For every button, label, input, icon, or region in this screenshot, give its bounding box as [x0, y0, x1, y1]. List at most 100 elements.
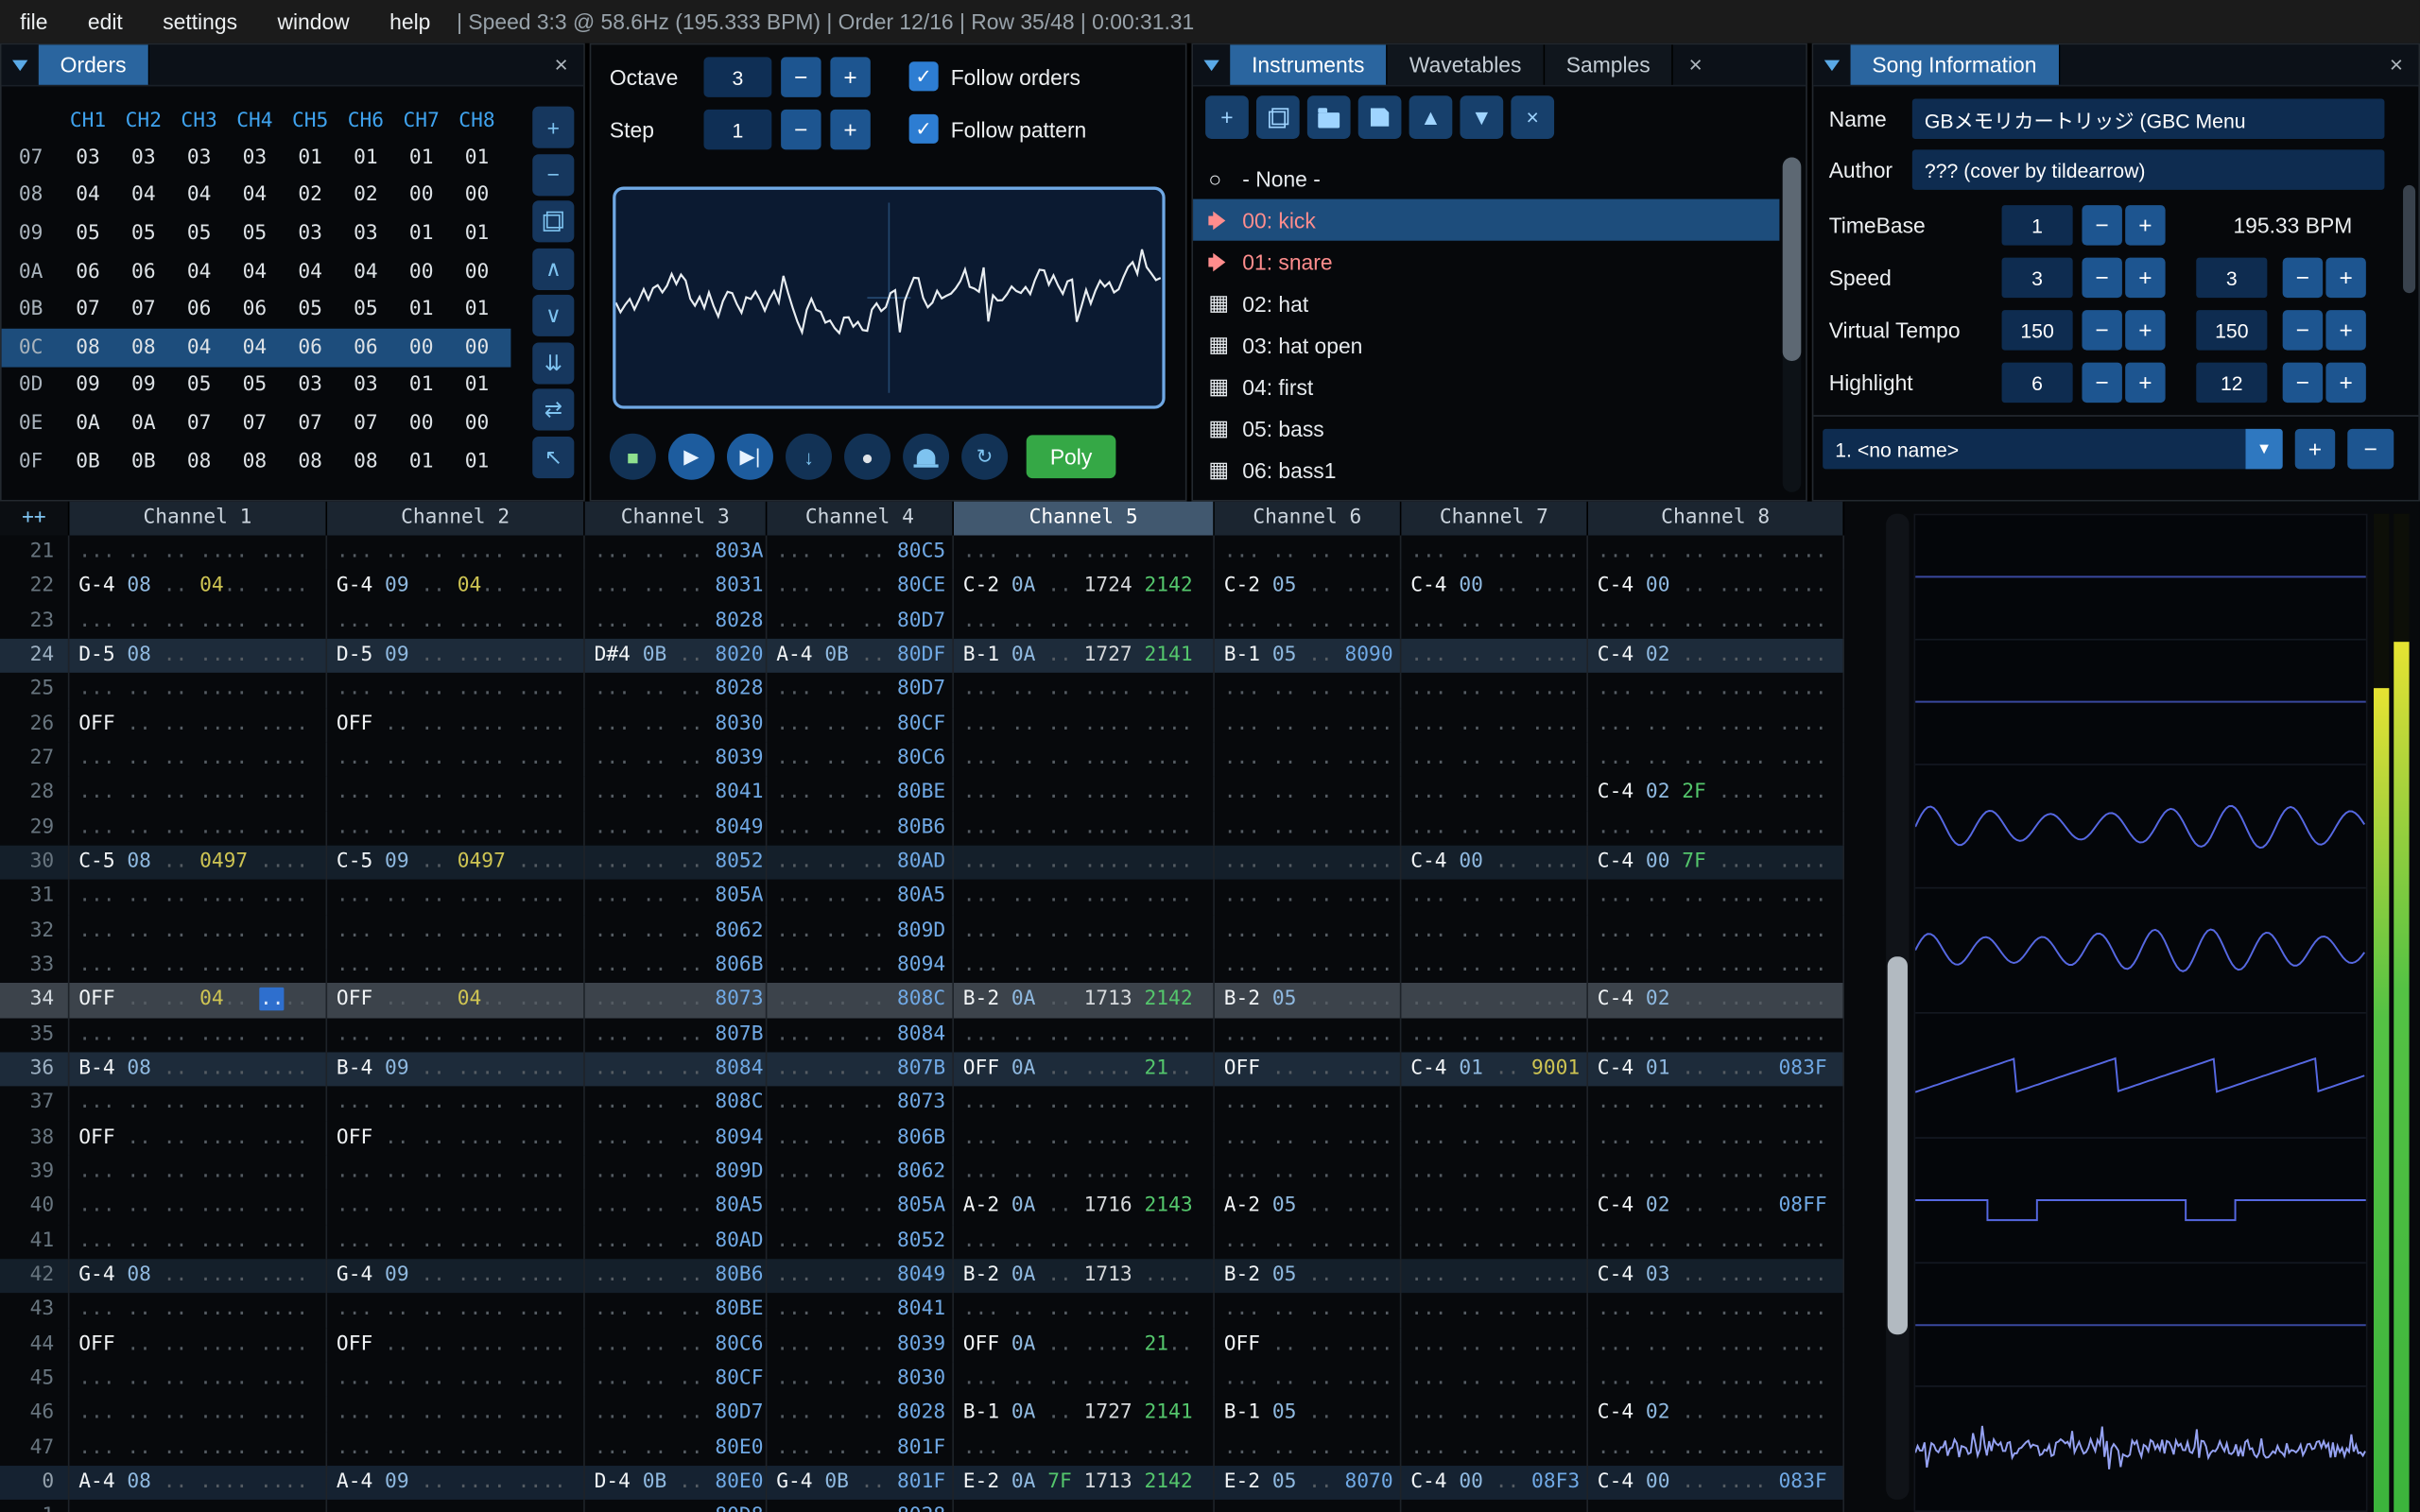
- order-cell[interactable]: 04: [171, 336, 227, 359]
- pattern-cell[interactable]: ... .. .. ....: [1401, 880, 1588, 914]
- order-cell[interactable]: 08: [283, 450, 338, 472]
- close-icon[interactable]: ×: [2374, 44, 2418, 84]
- pattern-cell[interactable]: ... .. .. .... ....: [1588, 1431, 1844, 1465]
- order-cell[interactable]: 01: [449, 222, 505, 245]
- pattern-cell[interactable]: ... .. .. .... ....: [69, 1431, 327, 1465]
- close-icon[interactable]: ×: [1673, 44, 1718, 84]
- pattern-cell[interactable]: ... .. .. 8028: [767, 1397, 954, 1431]
- order-cell[interactable]: 01: [393, 146, 449, 169]
- order-cell[interactable]: 08: [60, 336, 116, 359]
- pattern-cell[interactable]: ... .. .. .... ....: [1588, 1156, 1844, 1190]
- pattern-cell[interactable]: ... .. .. 8041: [767, 1294, 954, 1328]
- pattern-cell[interactable]: ... .. .. ....: [1215, 1500, 1402, 1512]
- pattern-cell[interactable]: ... .. .. 80CE: [767, 570, 954, 604]
- pattern-cell[interactable]: ... .. .. .... ....: [327, 811, 585, 845]
- highlight1-increase-button[interactable]: +: [2125, 363, 2165, 403]
- pattern-cell[interactable]: ... .. .. .... ....: [327, 742, 585, 776]
- follow-orders-checkbox[interactable]: ✓: [909, 61, 939, 91]
- pattern-cell[interactable]: ... .. .. ....: [1215, 846, 1402, 880]
- order-cell[interactable]: 06: [283, 336, 338, 359]
- order-cell[interactable]: 04: [60, 184, 116, 207]
- move-order-down-button[interactable]: ∨: [532, 295, 574, 336]
- pattern-cell[interactable]: C-4 03 .. .... ....: [1588, 1259, 1844, 1293]
- pattern-cell[interactable]: ... .. .. 80AD: [585, 1225, 768, 1259]
- order-cell[interactable]: 04: [227, 260, 283, 283]
- pattern-cell[interactable]: ... .. .. .... ....: [1588, 1225, 1844, 1259]
- order-cell[interactable]: 03: [115, 146, 171, 169]
- step-one-row-button[interactable]: ↓: [786, 434, 832, 480]
- pattern-cell[interactable]: ... .. .. .... ....: [327, 1087, 585, 1121]
- pattern-cell[interactable]: ... .. .. ....: [1215, 811, 1402, 845]
- pattern-cell[interactable]: ... .. .. .... ....: [954, 880, 1215, 914]
- order-cell[interactable]: 07: [283, 412, 338, 435]
- pattern-cell[interactable]: ... .. .. 80CF: [767, 708, 954, 742]
- pattern-cell[interactable]: ... .. .. 801F: [767, 1431, 954, 1465]
- pattern-cell[interactable]: ... .. .. ....: [1401, 1018, 1588, 1052]
- pattern-cell[interactable]: OFF .. .. .... ....: [69, 708, 327, 742]
- pattern-cell[interactable]: ... .. .. .... ....: [1588, 536, 1844, 570]
- pattern-cell[interactable]: ... .. .. 80B6: [767, 811, 954, 845]
- pattern-cell[interactable]: ... .. .. .... ....: [954, 1087, 1215, 1121]
- pattern-cell[interactable]: ... .. .. .... ....: [69, 1397, 327, 1431]
- pattern-cell[interactable]: C-4 02 2F .... ....: [1588, 777, 1844, 811]
- order-cell[interactable]: 06: [227, 298, 283, 320]
- pattern-cell[interactable]: C-4 00 .. .... ....: [1588, 570, 1844, 604]
- pattern-cell[interactable]: ... .. .. .... ....: [69, 1018, 327, 1052]
- order-cell[interactable]: 00: [393, 184, 449, 207]
- pattern-cell[interactable]: ... .. .. .... ....: [1588, 1328, 1844, 1362]
- pattern-cell[interactable]: ... .. .. ....: [1401, 1431, 1588, 1465]
- instrument-item[interactable]: ▦04: first: [1193, 366, 1779, 407]
- pattern-cell[interactable]: ... .. .. .... ....: [954, 1500, 1215, 1512]
- pattern-cell[interactable]: ... .. .. 808C: [585, 1087, 768, 1121]
- order-cell[interactable]: 06: [171, 298, 227, 320]
- channel-header[interactable]: Channel 3: [585, 502, 768, 536]
- octave-decrease-button[interactable]: −: [781, 57, 821, 96]
- pattern-cell[interactable]: ... .. .. .... ....: [327, 777, 585, 811]
- channel-header[interactable]: Channel 2: [327, 502, 585, 536]
- order-cell[interactable]: 01: [449, 450, 505, 472]
- pattern-cell[interactable]: ... .. .. .... ....: [954, 604, 1215, 638]
- pattern-cell[interactable]: B-2 0A .. 1713 2142: [954, 983, 1215, 1017]
- pattern-cell[interactable]: OFF .. .. .... ....: [327, 708, 585, 742]
- pattern-cell[interactable]: ... .. .. 80D7: [585, 1397, 768, 1431]
- pattern-cell[interactable]: ... .. .. .... ....: [69, 880, 327, 914]
- instrument-item[interactable]: ▦02: hat: [1193, 283, 1779, 324]
- pattern-cell[interactable]: G-4 09 .. .... ....: [327, 1259, 585, 1293]
- pattern-cell[interactable]: ... .. .. ....: [1215, 880, 1402, 914]
- pattern-cell[interactable]: ... .. .. ....: [1215, 777, 1402, 811]
- pattern-cell[interactable]: ... .. .. .... ....: [1588, 1362, 1844, 1396]
- pattern-cell[interactable]: ... .. .. 8062: [767, 1156, 954, 1190]
- order-cell[interactable]: 01: [338, 146, 394, 169]
- song-name-input[interactable]: GBメモリカートリッジ (GBC Menu: [1912, 98, 2385, 138]
- vtempo1-increase-button[interactable]: +: [2125, 310, 2165, 350]
- pattern-cell[interactable]: C-4 02 .. .... ....: [1588, 639, 1844, 673]
- pattern-cell[interactable]: ... .. .. .... ....: [69, 742, 327, 776]
- pattern-cell[interactable]: ... .. .. 8041: [585, 777, 768, 811]
- step-decrease-button[interactable]: −: [781, 110, 821, 149]
- duplicate-order-button[interactable]: [532, 200, 574, 242]
- tab-wavetables[interactable]: Wavetables: [1388, 44, 1545, 84]
- pattern-cell[interactable]: OFF .. .. ....: [1215, 1052, 1402, 1086]
- order-cell[interactable]: 00: [393, 336, 449, 359]
- pattern-cell[interactable]: ... .. .. ....: [1401, 983, 1588, 1017]
- order-cell[interactable]: 01: [283, 146, 338, 169]
- order-cell[interactable]: 06: [60, 260, 116, 283]
- order-cell[interactable]: 04: [227, 336, 283, 359]
- order-cell[interactable]: 04: [227, 184, 283, 207]
- order-cell[interactable]: 03: [338, 374, 394, 397]
- pattern-cell[interactable]: B-4 08 .. .... ....: [69, 1052, 327, 1086]
- pattern-cell[interactable]: ... .. .. .... ....: [69, 1294, 327, 1328]
- pattern-cell[interactable]: ... .. .. .... ....: [954, 1156, 1215, 1190]
- order-cell[interactable]: 01: [449, 298, 505, 320]
- close-icon[interactable]: ×: [539, 44, 583, 84]
- pattern-cell[interactable]: ... .. .. .... ....: [1588, 708, 1844, 742]
- highlight2-increase-button[interactable]: +: [2325, 363, 2365, 403]
- pattern-cell[interactable]: C-5 09 .. 0497 ....: [327, 846, 585, 880]
- pattern-cell[interactable]: ... .. .. ....: [1215, 1431, 1402, 1465]
- pattern-cell[interactable]: ... .. .. 8062: [585, 915, 768, 949]
- play-pattern-button[interactable]: ▶|: [727, 434, 773, 480]
- pattern-cell[interactable]: D-5 09 .. .... ....: [327, 639, 585, 673]
- step-increase-button[interactable]: +: [830, 110, 870, 149]
- order-cell[interactable]: 04: [283, 260, 338, 283]
- channel-header[interactable]: Channel 4: [767, 502, 954, 536]
